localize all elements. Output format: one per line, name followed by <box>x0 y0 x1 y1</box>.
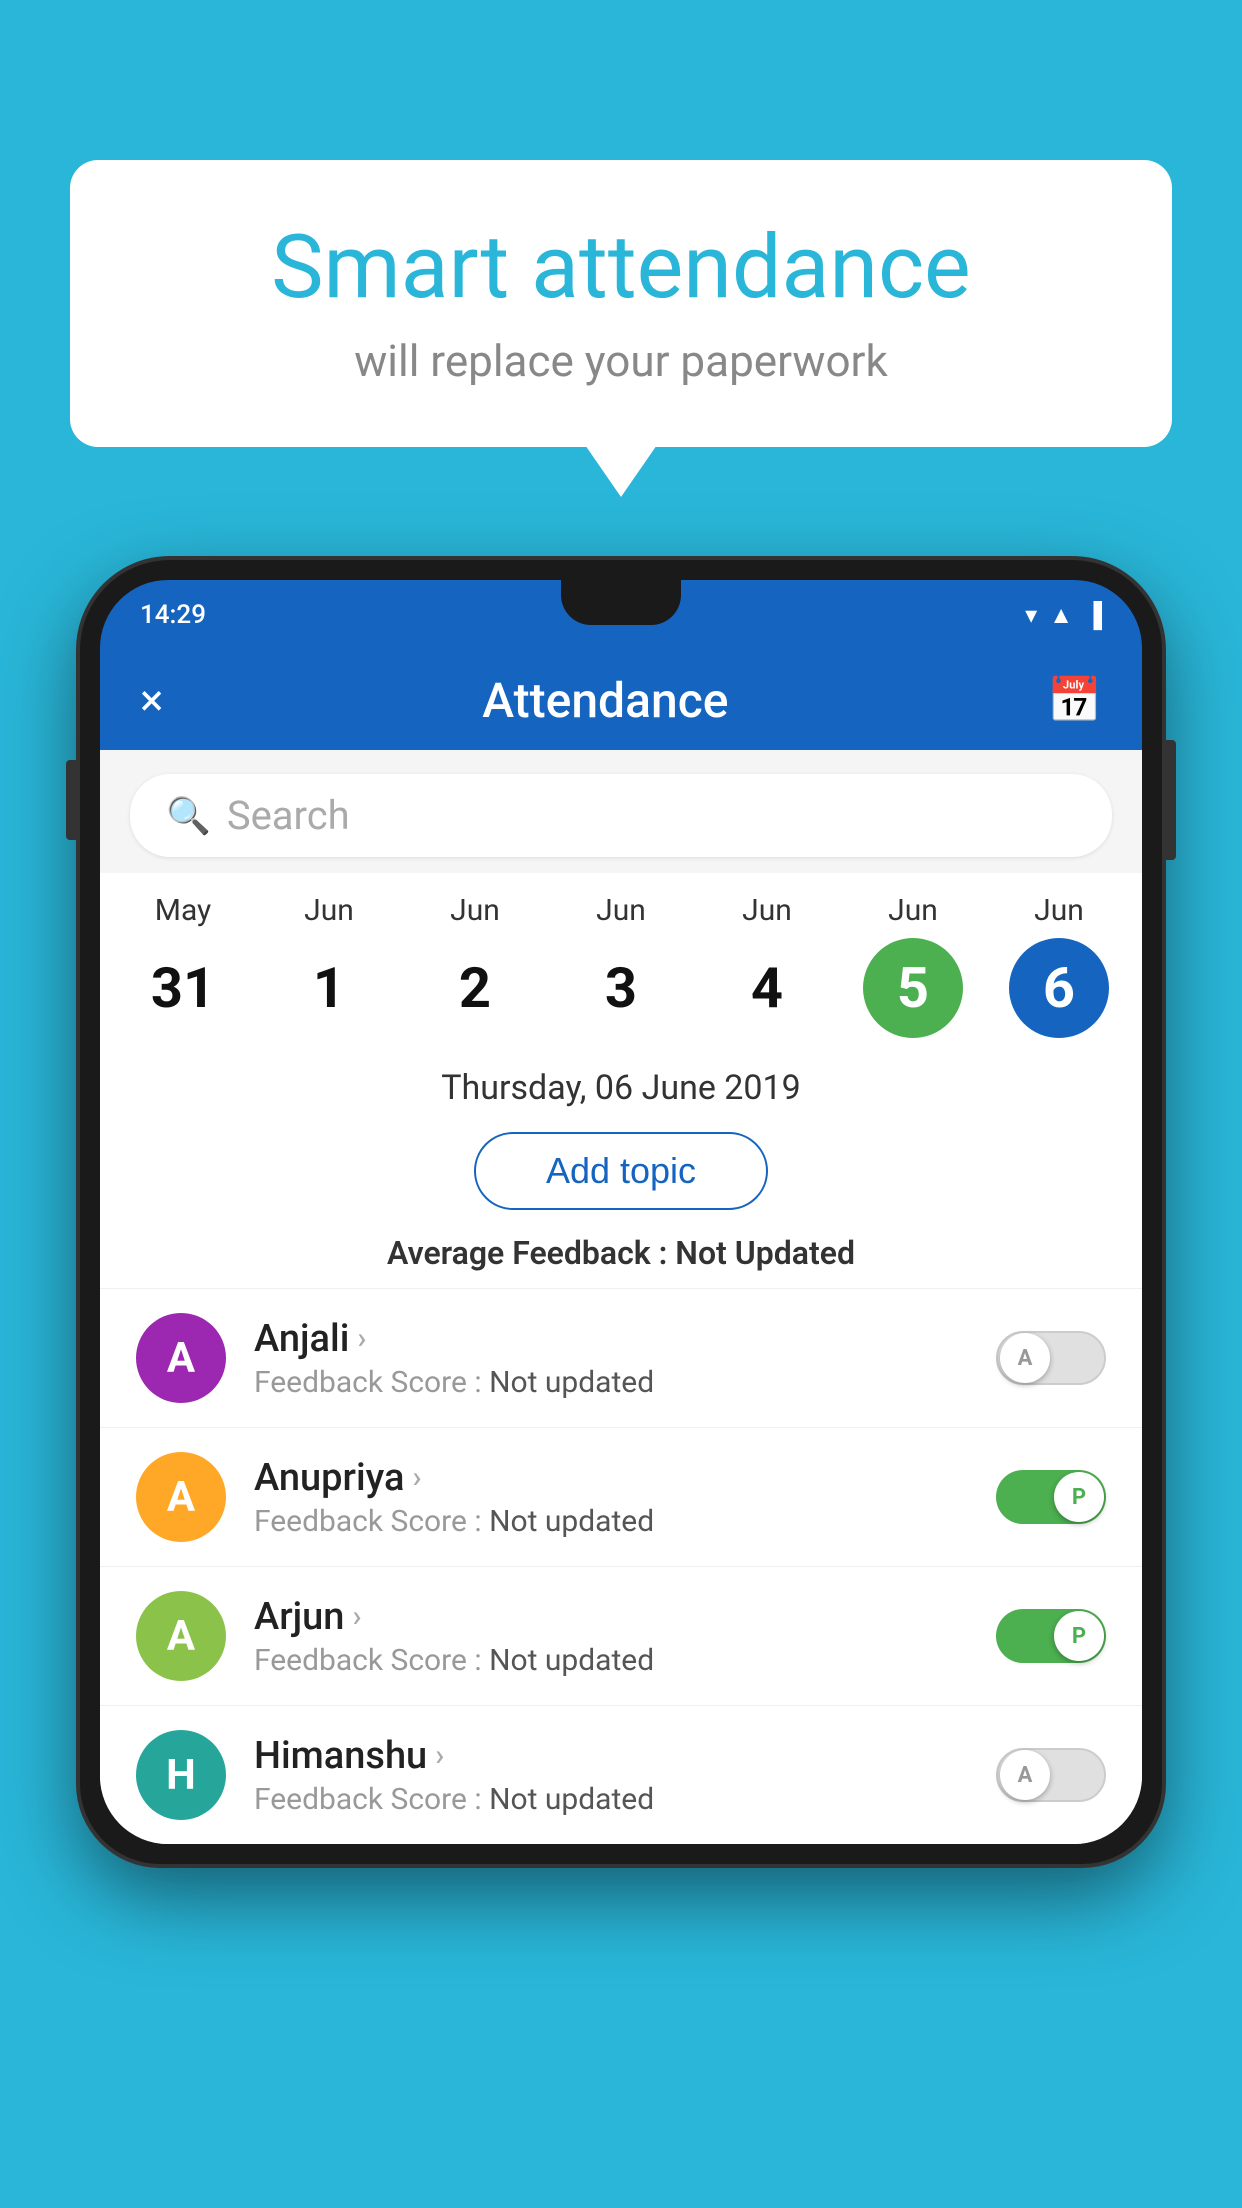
cal-date-1[interactable]: 1 <box>279 938 379 1038</box>
status-time: 14:29 <box>140 600 206 630</box>
list-item: A Anupriya › Feedback Score : Not updated P <box>100 1427 1142 1566</box>
bubble-subtitle: will replace your paperwork <box>150 335 1092 387</box>
attendance-toggle[interactable]: P <box>996 1609 1106 1663</box>
student-list: AAnjali ›Feedback Score : Not updatedAAA… <box>100 1288 1142 1844</box>
cal-month-0: May <box>155 893 211 928</box>
header-title: Attendance <box>482 672 728 729</box>
avatar[interactable]: H <box>136 1730 226 1820</box>
attendance-toggle[interactable]: A <box>996 1331 1106 1385</box>
cal-month-4: Jun <box>742 893 792 928</box>
feedback-score: Feedback Score : Not updated <box>254 1504 968 1539</box>
phone-outer: 14:29 ▾ ▲ ▐ × Attendance 📅 🔍 Search <box>80 560 1162 1864</box>
cal-date-3[interactable]: 3 <box>571 938 671 1038</box>
calendar-day-4[interactable]: Jun 4 <box>702 893 832 1038</box>
search-bar[interactable]: 🔍 Search <box>130 774 1112 857</box>
attendance-toggle[interactable]: P <box>996 1470 1106 1524</box>
cal-date-0[interactable]: 31 <box>133 938 233 1038</box>
calendar-day-6[interactable]: Jun 6 <box>994 893 1124 1038</box>
search-input[interactable]: Search <box>227 792 350 839</box>
close-button[interactable]: × <box>140 674 163 726</box>
list-item: A Anjali › Feedback Score : Not updated A <box>100 1288 1142 1427</box>
cal-month-3: Jun <box>596 893 646 928</box>
list-item: A Arjun › Feedback Score : Not updated P <box>100 1566 1142 1705</box>
bubble-title: Smart attendance <box>150 220 1092 317</box>
search-container: 🔍 Search <box>100 750 1142 873</box>
phone-frame: 14:29 ▾ ▲ ▐ × Attendance 📅 🔍 Search <box>80 560 1162 2208</box>
cal-month-6: Jun <box>1034 893 1084 928</box>
signal-icon: ▲ <box>1049 601 1073 630</box>
toggle-thumb: A <box>1000 1333 1050 1383</box>
calendar-day-1[interactable]: Jun 1 <box>264 893 394 1038</box>
student-name[interactable]: Arjun › <box>254 1595 968 1639</box>
student-name[interactable]: Himanshu › <box>254 1734 968 1778</box>
cal-month-5: Jun <box>888 893 938 928</box>
calendar-day-0[interactable]: May 31 <box>118 893 248 1038</box>
avatar[interactable]: A <box>136 1452 226 1542</box>
app-body: 🔍 Search May 31 Jun 1 Jun 2 Jun 3 Jun 4 Jun 5 Jun 6 T… <box>100 750 1142 1844</box>
student-name[interactable]: Anupriya › <box>254 1456 968 1500</box>
speech-bubble: Smart attendance will replace your paper… <box>70 160 1172 447</box>
status-icons: ▾ ▲ ▐ <box>1025 601 1102 630</box>
avatar[interactable]: A <box>136 1591 226 1681</box>
cal-date-4[interactable]: 4 <box>717 938 817 1038</box>
cal-date-5[interactable]: 5 <box>863 938 963 1038</box>
toggle-thumb: P <box>1054 1472 1104 1522</box>
cal-date-2[interactable]: 2 <box>425 938 525 1038</box>
side-button-right <box>1166 740 1176 860</box>
calendar-day-5[interactable]: Jun 5 <box>848 893 978 1038</box>
chevron-icon: › <box>412 1460 421 1495</box>
avg-feedback-label: Average Feedback : <box>387 1234 667 1272</box>
feedback-score: Feedback Score : Not updated <box>254 1643 968 1678</box>
app-header: × Attendance 📅 <box>100 650 1142 750</box>
cal-month-2: Jun <box>450 893 500 928</box>
selected-date: Thursday, 06 June 2019 <box>100 1048 1142 1118</box>
list-item: H Himanshu › Feedback Score : Not updated A <box>100 1705 1142 1844</box>
cal-month-1: Jun <box>304 893 354 928</box>
calendar-icon[interactable]: 📅 <box>1047 674 1102 726</box>
student-info: Anjali › Feedback Score : Not updated <box>254 1317 968 1400</box>
student-name[interactable]: Anjali › <box>254 1317 968 1361</box>
notch <box>561 580 681 625</box>
side-button-left <box>66 760 76 840</box>
avatar[interactable]: A <box>136 1313 226 1403</box>
cal-date-6[interactable]: 6 <box>1009 938 1109 1038</box>
student-info: Anupriya › Feedback Score : Not updated <box>254 1456 968 1539</box>
toggle-thumb: P <box>1054 1611 1104 1661</box>
student-info: Arjun › Feedback Score : Not updated <box>254 1595 968 1678</box>
chevron-icon: › <box>435 1738 444 1773</box>
calendar-strip: May 31 Jun 1 Jun 2 Jun 3 Jun 4 Jun 5 Jun 6 <box>100 873 1142 1048</box>
calendar-day-2[interactable]: Jun 2 <box>410 893 540 1038</box>
search-icon: 🔍 <box>166 795 211 837</box>
status-bar: 14:29 ▾ ▲ ▐ <box>100 580 1142 650</box>
add-topic-button[interactable]: Add topic <box>474 1132 768 1210</box>
avg-feedback-value: Not Updated <box>675 1234 855 1272</box>
wifi-icon: ▾ <box>1025 601 1037 629</box>
chevron-icon: › <box>352 1599 361 1634</box>
feedback-score: Feedback Score : Not updated <box>254 1365 968 1400</box>
battery-icon: ▐ <box>1085 601 1102 630</box>
feedback-score: Feedback Score : Not updated <box>254 1782 968 1817</box>
attendance-toggle[interactable]: A <box>996 1748 1106 1802</box>
calendar-day-3[interactable]: Jun 3 <box>556 893 686 1038</box>
chevron-icon: › <box>357 1321 366 1356</box>
student-info: Himanshu › Feedback Score : Not updated <box>254 1734 968 1817</box>
speech-bubble-section: Smart attendance will replace your paper… <box>70 160 1172 447</box>
avg-feedback: Average Feedback : Not Updated <box>100 1224 1142 1288</box>
toggle-thumb: A <box>1000 1750 1050 1800</box>
